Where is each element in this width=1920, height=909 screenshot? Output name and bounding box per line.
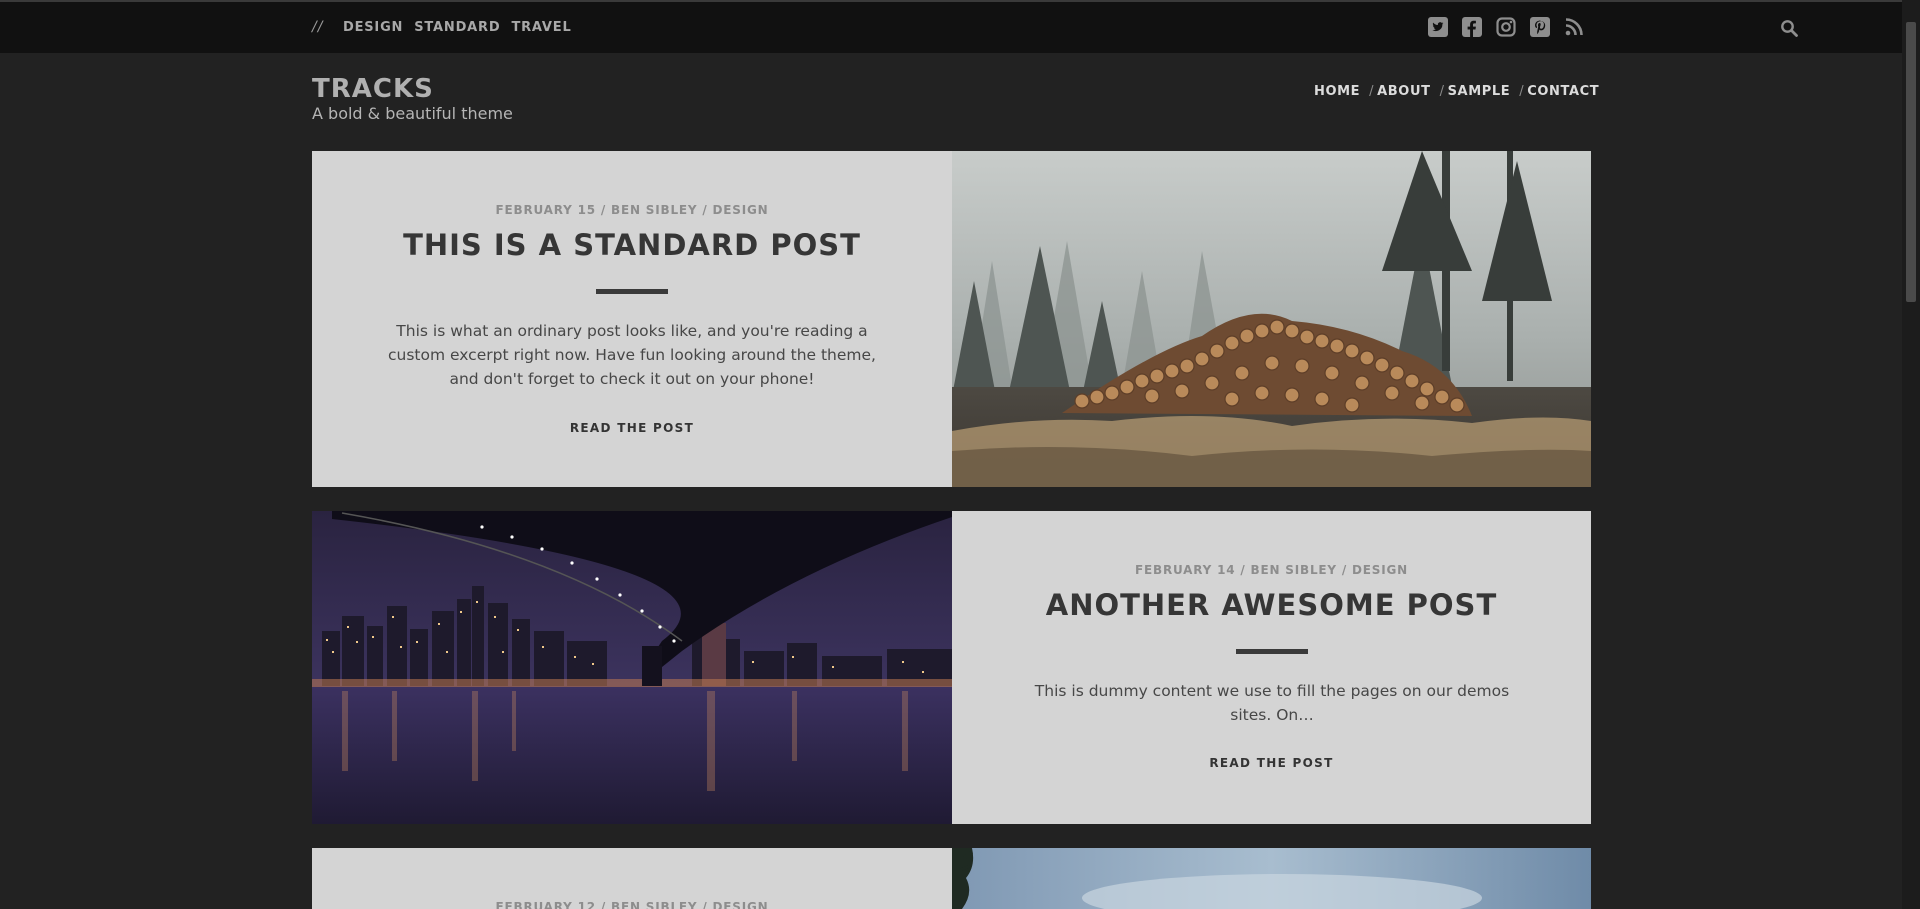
menu-item-sample[interactable]: SAMPLE <box>1448 84 1511 99</box>
site-tagline: A bold & beautiful theme <box>312 104 513 123</box>
menu-item-home[interactable]: HOME <box>1314 84 1360 99</box>
sky-photo <box>952 848 1591 909</box>
rss-icon[interactable] <box>1564 17 1584 37</box>
page-scrollbar[interactable] <box>1902 0 1920 909</box>
menu-item-about[interactable]: ABOUT <box>1377 84 1430 99</box>
menu-item-contact[interactable]: CONTACT <box>1527 84 1599 99</box>
forest-logs-photo <box>952 151 1591 487</box>
post-featured-image[interactable] <box>952 848 1591 909</box>
post-meta: FEBRUARY 12 / BEN SIBLEY / DESIGN <box>495 900 769 909</box>
top-bar: // DESIGN STANDARD TRAVEL <box>0 2 1902 53</box>
category-link-standard[interactable]: STANDARD <box>414 20 500 35</box>
post-title[interactable]: ANOTHER AWESOME POST <box>952 588 1591 622</box>
site-title[interactable]: TRACKS <box>312 74 434 104</box>
social-links <box>1428 17 1584 37</box>
post-card: FEBRUARY 12 / BEN SIBLEY / DESIGN <box>312 848 1591 909</box>
scrollbar-thumb[interactable] <box>1906 22 1916 302</box>
post-card: FEBRUARY 14 / BEN SIBLEY / DESIGN ANOTHE… <box>312 511 1591 824</box>
title-divider <box>1235 649 1308 654</box>
search-icon[interactable] <box>1780 19 1798 37</box>
pinterest-icon[interactable] <box>1530 17 1550 37</box>
twitter-icon[interactable] <box>1428 17 1448 37</box>
main-menu: HOME / ABOUT / SAMPLE / CONTACT <box>1314 84 1599 99</box>
read-the-post-link[interactable]: READ THE POST <box>312 421 952 435</box>
category-link-travel[interactable]: TRAVEL <box>511 20 571 35</box>
instagram-icon[interactable] <box>1496 17 1516 37</box>
post-featured-image[interactable] <box>312 511 952 824</box>
post-text-panel: FEBRUARY 15 / BEN SIBLEY / DESIGN THIS I… <box>312 151 952 487</box>
post-card: FEBRUARY 15 / BEN SIBLEY / DESIGN THIS I… <box>312 151 1591 487</box>
menu-separator: / <box>1369 84 1375 99</box>
menu-separator: / <box>1519 84 1525 99</box>
read-the-post-link[interactable]: READ THE POST <box>952 756 1591 770</box>
post-meta: FEBRUARY 14 / BEN SIBLEY / DESIGN <box>1135 563 1408 577</box>
category-slashes: // <box>312 19 324 35</box>
post-featured-image[interactable] <box>952 151 1591 487</box>
post-excerpt: This is what an ordinary post looks like… <box>388 322 876 388</box>
title-divider <box>596 289 668 294</box>
post-title[interactable]: THIS IS A STANDARD POST <box>312 228 952 262</box>
menu-separator: / <box>1439 84 1445 99</box>
category-nav: DESIGN STANDARD TRAVEL <box>343 20 572 35</box>
post-text-panel: FEBRUARY 14 / BEN SIBLEY / DESIGN ANOTHE… <box>952 511 1591 824</box>
city-bridge-night-photo <box>312 511 952 824</box>
facebook-icon[interactable] <box>1462 17 1482 37</box>
post-excerpt: This is dummy content we use to fill the… <box>1034 682 1510 724</box>
post-text-panel: FEBRUARY 12 / BEN SIBLEY / DESIGN <box>312 848 952 909</box>
post-meta: FEBRUARY 15 / BEN SIBLEY / DESIGN <box>495 203 769 217</box>
category-link-design[interactable]: DESIGN <box>343 20 403 35</box>
